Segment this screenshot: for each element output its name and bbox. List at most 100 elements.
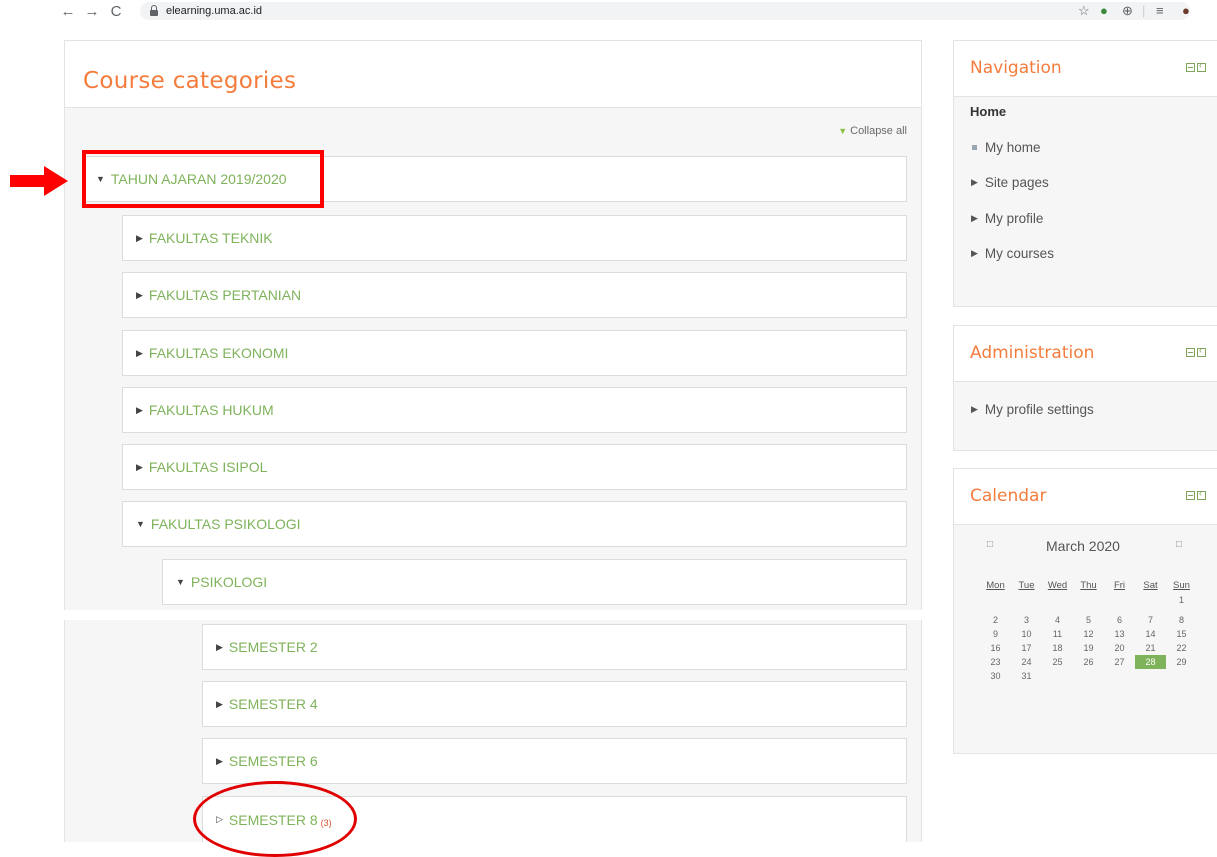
previous-month-icon[interactable]: □ [987, 539, 993, 550]
collapse-block-icon[interactable] [1186, 491, 1195, 500]
collapse-block-icon[interactable] [1186, 63, 1195, 72]
calendar-day[interactable]: 8 [1166, 613, 1197, 627]
block-controls [1186, 60, 1206, 72]
calendar-day[interactable]: 17 [1011, 641, 1042, 655]
calendar-day[interactable]: 12 [1073, 627, 1104, 641]
calendar-day[interactable]: 27 [1104, 655, 1135, 669]
category-semester-2[interactable]: ▶ SEMESTER 2 [202, 624, 907, 670]
calendar-day[interactable]: 18 [1042, 641, 1073, 655]
category-psikologi[interactable]: ▼ PSIKOLOGI [162, 559, 907, 605]
category-label: FAKULTAS HUKUM [148, 402, 274, 418]
admin-my-profile-settings[interactable]: ▶ My profile settings [970, 402, 1094, 417]
calendar-day[interactable]: 13 [1104, 627, 1135, 641]
calendar-day[interactable]: 25 [1042, 655, 1073, 669]
next-month-icon[interactable]: □ [1176, 539, 1182, 550]
category-label: SEMESTER 4 [228, 696, 318, 712]
triangle-right-icon: ▶ [136, 347, 143, 358]
dock-block-icon[interactable] [1197, 60, 1206, 72]
calendar-day[interactable]: 30 [980, 669, 1011, 683]
collapse-all-label: Collapse all [850, 125, 907, 137]
category-fakultas-ekonomi[interactable]: ▶ FAKULTAS EKONOMI [122, 330, 907, 376]
page-break-strip [0, 610, 935, 620]
dock-block-icon[interactable] [1197, 345, 1206, 357]
calendar-day[interactable]: 3 [1011, 613, 1042, 627]
globe-icon[interactable]: ⊕ [1122, 3, 1133, 19]
collapse-block-icon[interactable] [1186, 348, 1195, 357]
weekday-header: Sat [1143, 579, 1158, 591]
bookmark-star-icon[interactable]: ☆ [1078, 3, 1090, 19]
navigation-block: Navigation Home My home ▶ Site pages ▶ My … [953, 40, 1217, 307]
category-fakultas-teknik[interactable]: ▶ FAKULTAS TEKNIK [122, 215, 907, 261]
square-bullet-icon [972, 145, 977, 150]
nav-site-pages[interactable]: ▶ Site pages [970, 175, 1049, 190]
calendar-day[interactable]: 20 [1104, 641, 1135, 655]
nav-home-link[interactable]: Home [970, 104, 1006, 119]
triangle-right-icon: ▶ [136, 232, 143, 243]
calendar-day[interactable]: 23 [980, 655, 1011, 669]
dock-block-icon[interactable] [1197, 488, 1206, 500]
weekday-header: Thu [1080, 579, 1097, 591]
category-fakultas-psikologi[interactable]: ▼ FAKULTAS PSIKOLOGI [122, 501, 907, 547]
triangle-down-icon: ▼ [176, 577, 185, 587]
calendar-day[interactable]: 7 [1135, 613, 1166, 627]
nav-my-home[interactable]: My home [970, 140, 1041, 155]
calendar-day[interactable]: 16 [980, 641, 1011, 655]
triangle-right-icon: ▶ [216, 755, 223, 766]
triangle-right-icon: ▶ [136, 289, 143, 300]
collapse-all-link[interactable]: ▼ Collapse all [838, 125, 907, 137]
category-semester-4[interactable]: ▶ SEMESTER 4 [202, 681, 907, 727]
calendar-day[interactable]: 26 [1073, 655, 1104, 669]
triangle-right-icon: ▶ [216, 698, 223, 709]
category-semester-6[interactable]: ▶ SEMESTER 6 [202, 738, 907, 784]
calendar-day[interactable]: 29 [1166, 655, 1197, 669]
lock-icon [150, 5, 158, 16]
calendar-day[interactable]: 11 [1042, 627, 1073, 641]
calendar-day[interactable]: 19 [1073, 641, 1104, 655]
category-fakultas-pertanian[interactable]: ▶ FAKULTAS PERTANIAN [122, 272, 907, 318]
weekday-header: Wed [1047, 579, 1068, 591]
reload-button[interactable]: C [106, 3, 126, 20]
avatar[interactable]: ● [1182, 3, 1190, 18]
address-bar[interactable]: elearning.uma.ac.id [140, 2, 1190, 20]
block-title: Navigation [970, 58, 1062, 78]
calendar-day[interactable]: 22 [1166, 641, 1197, 655]
calendar-day[interactable]: 15 [1166, 627, 1197, 641]
triangle-right-icon: ▶ [136, 461, 143, 472]
nav-my-courses[interactable]: ▶ My courses [970, 246, 1054, 261]
calendar-day[interactable]: 31 [1011, 669, 1042, 683]
category-fakultas-hukum[interactable]: ▶ FAKULTAS HUKUM [122, 387, 907, 433]
calendar-day[interactable]: 2 [980, 613, 1011, 627]
calendar-block: Calendar □ March 2020 □ Mon Tue Wed Thu … [953, 468, 1217, 754]
nav-my-profile[interactable]: ▶ My profile [970, 211, 1043, 226]
nav-label: My profile [984, 211, 1044, 226]
calendar-today[interactable]: 28 [1135, 655, 1166, 669]
calendar-day[interactable]: 6 [1104, 613, 1135, 627]
calendar-day[interactable]: 14 [1135, 627, 1166, 641]
calendar-day[interactable]: 10 [1011, 627, 1042, 641]
category-label: FAKULTAS PERTANIAN [148, 287, 302, 303]
calendar-day[interactable]: 9 [980, 627, 1011, 641]
toolbar-divider: | [1142, 3, 1146, 18]
weekday-header: Fri [1113, 579, 1126, 591]
triangle-right-icon: ▶ [971, 404, 978, 414]
category-fakultas-isipol[interactable]: ▶ FAKULTAS ISIPOL [122, 444, 907, 490]
weekday-header: Mon [986, 579, 1005, 591]
weekday-header: Tue [1018, 579, 1035, 591]
extension-icon[interactable]: ● [1100, 3, 1108, 18]
category-label: FAKULTAS ISIPOL [148, 459, 268, 475]
reading-list-icon[interactable]: ≡ [1156, 3, 1164, 18]
calendar-day[interactable]: 24 [1011, 655, 1042, 669]
back-button[interactable]: ← [58, 3, 78, 20]
calendar-day[interactable]: 4 [1042, 613, 1073, 627]
nav-label: My home [985, 140, 1041, 155]
red-highlight-ellipse [193, 781, 357, 857]
forward-button[interactable]: → [82, 3, 102, 20]
block-header: Navigation [954, 41, 1217, 97]
calendar-day[interactable]: 5 [1073, 613, 1104, 627]
nav-label: My profile settings [984, 402, 1094, 417]
calendar-grid: Mon Tue Wed Thu Fri Sat Sun 1 2345678 91… [980, 577, 1197, 683]
calendar-day[interactable]: 21 [1135, 641, 1166, 655]
triangle-right-icon: ▶ [136, 404, 143, 415]
calendar-day[interactable]: 1 [1166, 593, 1197, 607]
block-header: Administration [954, 326, 1217, 382]
